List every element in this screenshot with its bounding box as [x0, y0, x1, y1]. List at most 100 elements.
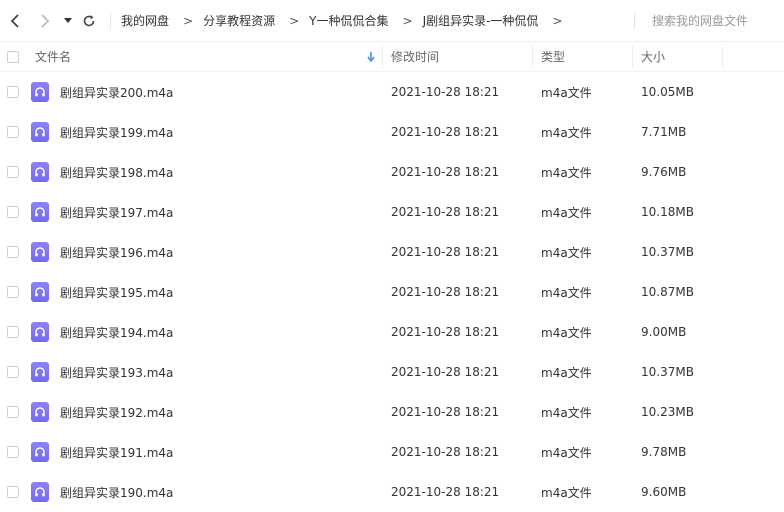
- select-all-checkbox[interactable]: [7, 50, 19, 63]
- table-row[interactable]: 剧组异实录190.m4a 2021-10-28 18:21 m4a文件 9.60…: [0, 472, 784, 512]
- file-name[interactable]: 剧组异实录200.m4a: [60, 72, 173, 112]
- breadcrumb-item-current-folder[interactable]: J剧组异实录-一种侃侃: [423, 12, 539, 29]
- row-checkbox[interactable]: [7, 86, 19, 98]
- file-modified: 2021-10-28 18:21: [391, 85, 500, 99]
- audio-file-icon: [31, 442, 49, 462]
- file-size: 10.23MB: [641, 405, 694, 419]
- file-name[interactable]: 剧组异实录199.m4a: [60, 112, 173, 152]
- row-checkbox[interactable]: [7, 166, 19, 178]
- file-type: m4a文件: [541, 405, 592, 420]
- audio-file-icon: [31, 322, 49, 342]
- file-modified: 2021-10-28 18:21: [391, 405, 500, 419]
- file-name[interactable]: 剧组异实录192.m4a: [60, 392, 173, 432]
- file-name[interactable]: 剧组异实录198.m4a: [60, 152, 173, 192]
- file-modified: 2021-10-28 18:21: [391, 325, 500, 339]
- audio-file-icon: [31, 362, 49, 382]
- audio-file-icon: [31, 202, 49, 222]
- row-checkbox[interactable]: [7, 126, 19, 138]
- table-row[interactable]: 剧组异实录197.m4a 2021-10-28 18:21 m4a文件 10.1…: [0, 192, 784, 232]
- file-name[interactable]: 剧组异实录196.m4a: [60, 232, 173, 272]
- forward-button[interactable]: [34, 10, 56, 32]
- refresh-icon: [83, 14, 95, 26]
- table-row[interactable]: 剧组异实录198.m4a 2021-10-28 18:21 m4a文件 9.76…: [0, 152, 784, 192]
- table-row[interactable]: 剧组异实录192.m4a 2021-10-28 18:21 m4a文件 10.2…: [0, 392, 784, 432]
- file-name[interactable]: 剧组异实录190.m4a: [60, 472, 173, 512]
- column-divider[interactable]: [722, 46, 723, 68]
- file-size: 10.18MB: [641, 205, 694, 219]
- column-divider[interactable]: [382, 46, 383, 68]
- file-modified: 2021-10-28 18:21: [391, 245, 500, 259]
- breadcrumb-item-collection[interactable]: Y一种侃侃合集: [309, 12, 388, 29]
- row-checkbox[interactable]: [7, 286, 19, 298]
- breadcrumb-item-my-drive[interactable]: 我的网盘: [121, 12, 169, 29]
- file-type: m4a文件: [541, 285, 592, 300]
- column-header-type[interactable]: 类型: [541, 42, 565, 71]
- table-row[interactable]: 剧组异实录193.m4a 2021-10-28 18:21 m4a文件 10.3…: [0, 352, 784, 392]
- table-row[interactable]: 剧组异实录196.m4a 2021-10-28 18:21 m4a文件 10.3…: [0, 232, 784, 272]
- file-name[interactable]: 剧组异实录197.m4a: [60, 192, 173, 232]
- column-header-name-label: 文件名: [35, 50, 72, 64]
- file-modified: 2021-10-28 18:21: [391, 485, 500, 499]
- history-dropdown-button[interactable]: [62, 10, 74, 32]
- column-header-size[interactable]: 大小: [641, 42, 665, 71]
- toolbar-divider: [110, 12, 111, 29]
- audio-file-icon: [31, 242, 49, 262]
- file-name[interactable]: 剧组异实录193.m4a: [60, 352, 173, 392]
- back-button[interactable]: [4, 10, 26, 32]
- column-divider[interactable]: [632, 46, 633, 68]
- breadcrumb-item-shared-tutorials[interactable]: 分享教程资源: [203, 12, 275, 29]
- file-size: 9.60MB: [641, 485, 687, 499]
- audio-file-icon: [31, 282, 49, 302]
- row-checkbox[interactable]: [7, 206, 19, 218]
- file-size: 7.71MB: [641, 125, 687, 139]
- file-type: m4a文件: [541, 365, 592, 380]
- breadcrumb-separator-icon: >: [402, 13, 413, 28]
- chevron-right-icon: [41, 13, 50, 28]
- file-modified: 2021-10-28 18:21: [391, 285, 500, 299]
- row-checkbox[interactable]: [7, 366, 19, 378]
- row-checkbox[interactable]: [7, 446, 19, 458]
- column-divider[interactable]: [532, 46, 533, 68]
- search-input[interactable]: [644, 10, 784, 32]
- column-header-size-label: 大小: [641, 50, 666, 64]
- table-row[interactable]: 剧组异实录195.m4a 2021-10-28 18:21 m4a文件 10.8…: [0, 272, 784, 312]
- table-row[interactable]: 剧组异实录191.m4a 2021-10-28 18:21 m4a文件 9.78…: [0, 432, 784, 472]
- refresh-button[interactable]: [78, 10, 100, 32]
- column-header-name[interactable]: 文件名: [35, 42, 71, 71]
- file-size: 9.78MB: [641, 445, 687, 459]
- audio-file-icon: [31, 482, 49, 502]
- file-size: 10.37MB: [641, 245, 694, 259]
- file-type: m4a文件: [541, 325, 592, 340]
- file-type: m4a文件: [541, 85, 592, 100]
- file-type: m4a文件: [541, 205, 592, 220]
- breadcrumb-separator-icon: >: [183, 13, 194, 28]
- file-size: 10.05MB: [641, 85, 694, 99]
- chevron-left-icon: [10, 13, 19, 28]
- arrow-down-icon: [367, 51, 375, 62]
- file-name[interactable]: 剧组异实录195.m4a: [60, 272, 173, 312]
- file-size: 9.76MB: [641, 165, 687, 179]
- breadcrumb-separator-icon: >: [289, 13, 300, 28]
- file-name[interactable]: 剧组异实录191.m4a: [60, 432, 173, 472]
- file-name[interactable]: 剧组异实录194.m4a: [60, 312, 173, 352]
- file-modified: 2021-10-28 18:21: [391, 205, 500, 219]
- caret-down-icon: [64, 17, 72, 23]
- table-row[interactable]: 剧组异实录199.m4a 2021-10-28 18:21 m4a文件 7.71…: [0, 112, 784, 152]
- file-size: 10.87MB: [641, 285, 694, 299]
- breadcrumb-more-icon[interactable]: >: [552, 14, 562, 28]
- toolbar: 我的网盘 > 分享教程资源 > Y一种侃侃合集 > J剧组异实录-一种侃侃 >: [0, 0, 784, 42]
- file-size: 9.00MB: [641, 325, 687, 339]
- row-checkbox[interactable]: [7, 406, 19, 418]
- file-list-header: 文件名 修改时间 类型 大小: [0, 42, 784, 72]
- file-modified: 2021-10-28 18:21: [391, 445, 500, 459]
- sort-descending-icon[interactable]: [367, 42, 375, 71]
- row-checkbox[interactable]: [7, 326, 19, 338]
- file-type: m4a文件: [541, 165, 592, 180]
- table-row[interactable]: 剧组异实录194.m4a 2021-10-28 18:21 m4a文件 9.00…: [0, 312, 784, 352]
- audio-file-icon: [31, 82, 49, 102]
- column-header-modified[interactable]: 修改时间: [391, 42, 439, 71]
- row-checkbox[interactable]: [7, 246, 19, 258]
- file-modified: 2021-10-28 18:21: [391, 125, 500, 139]
- table-row[interactable]: 剧组异实录200.m4a 2021-10-28 18:21 m4a文件 10.0…: [0, 72, 784, 112]
- row-checkbox[interactable]: [7, 486, 19, 498]
